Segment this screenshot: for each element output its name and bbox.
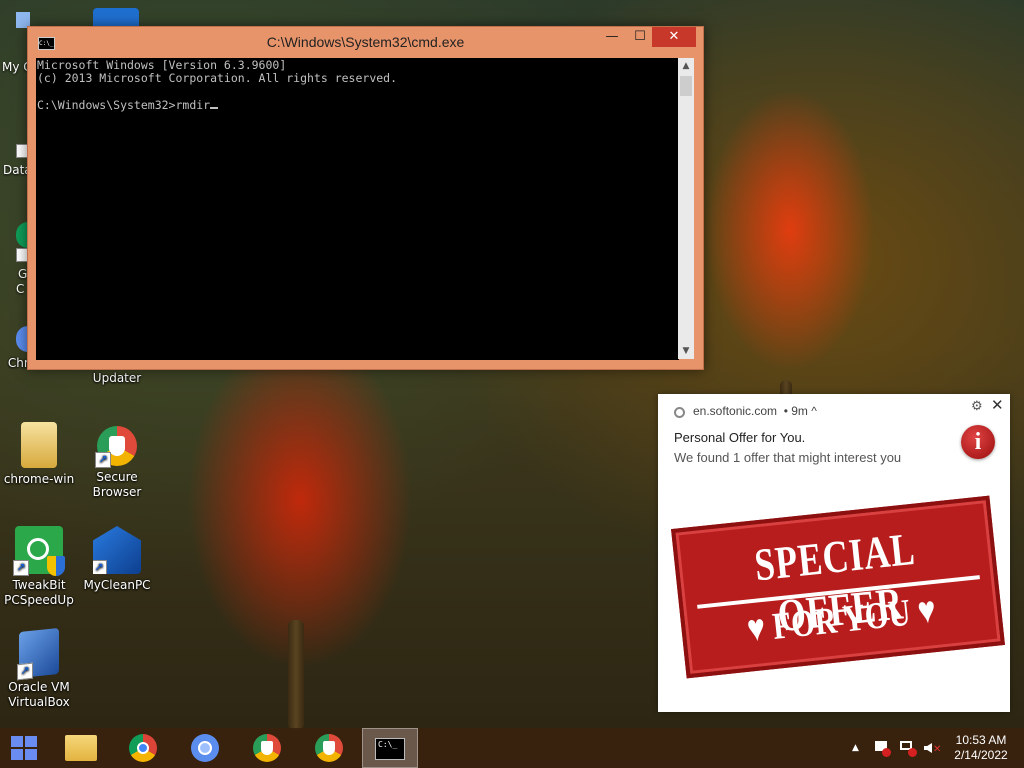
- secure-browser-icon: [253, 734, 281, 762]
- taskbar-secure-browser-2[interactable]: [301, 728, 357, 768]
- cmd-window[interactable]: C:\_ C:\Windows\System32\cmd.exe — ☐ ✕ M…: [27, 26, 704, 370]
- maximize-button[interactable]: ☐: [626, 27, 654, 47]
- taskbar-chromium[interactable]: [177, 728, 233, 768]
- vertical-scrollbar[interactable]: ▲ ▼: [678, 58, 694, 359]
- taskbar-cmd[interactable]: C:\_: [362, 728, 418, 768]
- gear-icon[interactable]: ⚙: [971, 398, 983, 414]
- desktop-icon-tweakbit-pcspeedup[interactable]: ↗ TweakBit PCSpeedUp: [0, 526, 79, 608]
- scroll-down-arrow-icon[interactable]: ▼: [678, 343, 694, 359]
- console-prompt: C:\Windows\System32>rmdir: [37, 97, 211, 112]
- shortcut-arrow-icon: ↗: [95, 452, 111, 468]
- taskbar-secure-browser[interactable]: [239, 728, 295, 768]
- notification-age[interactable]: • 9m ^: [784, 404, 817, 418]
- start-button[interactable]: [0, 728, 48, 768]
- minimize-button[interactable]: —: [598, 27, 626, 47]
- tweakbit-icon: ↗: [13, 526, 65, 576]
- browser-notification[interactable]: en.softonic.com • 9m ^ ⚙ ✕ Personal Offe…: [658, 394, 1010, 712]
- desktop-icon-partial-label[interactable]: G: [18, 267, 27, 281]
- shortcut-arrow-icon: ↗: [17, 662, 33, 681]
- desktop-icon-partial-label[interactable]: C: [16, 282, 24, 296]
- secure-browser-icon: [315, 734, 343, 762]
- chromium-icon: [191, 734, 219, 762]
- cmd-titlebar[interactable]: C:\_ C:\Windows\System32\cmd.exe — ☐ ✕: [28, 27, 703, 57]
- desktop-icon-secure-browser[interactable]: ↗ Secure Browser: [77, 426, 157, 500]
- clock-time: 10:53 AM: [955, 733, 1007, 747]
- desktop-icon-chrome-win[interactable]: chrome-win: [0, 422, 79, 487]
- desktop-icon-partial-image[interactable]: [93, 8, 139, 28]
- chrome-icon: [674, 407, 685, 418]
- desktop-icon-label: MyCleanPC: [83, 578, 151, 592]
- console-prompt-line[interactable]: C:\Windows\System32>rmdir: [37, 97, 679, 112]
- close-icon[interactable]: ✕: [991, 396, 1004, 414]
- notification-header: en.softonic.com • 9m ^: [674, 404, 817, 418]
- desktop-icon-label: TweakBit PCSpeedUp: [4, 578, 74, 607]
- cmd-icon: C:\_: [375, 738, 405, 760]
- desktop-icon-label: Oracle VM VirtualBox: [8, 680, 70, 709]
- notification-site: en.softonic.com: [693, 404, 778, 418]
- scrollbar-thumb[interactable]: [680, 76, 692, 96]
- taskbar-clock[interactable]: 10:53 AM 2/14/2022: [942, 733, 1020, 763]
- console-line: Microsoft Windows [Version 6.3.9600]: [37, 58, 287, 72]
- desktop-icon-label: chrome-win: [3, 472, 75, 486]
- info-icon: i: [961, 425, 995, 459]
- mycleanpc-icon: ↗: [93, 526, 141, 574]
- desktop-icon-mycleanpc[interactable]: ↗ MyCleanPC: [77, 526, 157, 593]
- scroll-up-arrow-icon[interactable]: ▲: [678, 58, 694, 74]
- taskbar: C:\_ ▲ ✕ 10:53 AM 2/14/2022: [0, 728, 1024, 768]
- cmd-console[interactable]: Microsoft Windows [Version 6.3.9600] (c) …: [36, 58, 679, 360]
- taskbar-file-explorer[interactable]: [53, 728, 109, 768]
- chrome-icon: [129, 734, 157, 762]
- secure-browser-icon: ↗: [95, 426, 137, 468]
- notification-body: We found 1 offer that might interest you: [674, 450, 902, 465]
- text-cursor: [210, 97, 219, 109]
- windows-logo-icon: [11, 736, 37, 760]
- desktop-icon-oracle-vm-virtualbox[interactable]: ↗ Oracle VM VirtualBox: [0, 627, 79, 710]
- shortcut-arrow-icon: ↗: [93, 560, 107, 574]
- special-offer-image[interactable]: SPECIAL OFFER ♥ FOR YOU ♥: [671, 495, 1005, 679]
- notification-title: Personal Offer for You.: [674, 430, 806, 445]
- close-button[interactable]: ✕: [652, 27, 696, 47]
- desktop-icon-label: Secure Browser: [92, 470, 142, 499]
- wallpaper-stem: [288, 620, 304, 730]
- virtualbox-icon: ↗: [17, 627, 59, 681]
- folder-icon: [65, 735, 97, 761]
- clock-date: 2/14/2022: [954, 748, 1008, 762]
- taskbar-chrome[interactable]: [115, 728, 171, 768]
- folder-icon: [21, 422, 57, 468]
- console-line: (c) 2013 Microsoft Corporation. All righ…: [37, 70, 398, 85]
- shortcut-arrow-icon: ↗: [13, 560, 29, 576]
- show-hidden-icons-button[interactable]: ▲: [852, 728, 859, 768]
